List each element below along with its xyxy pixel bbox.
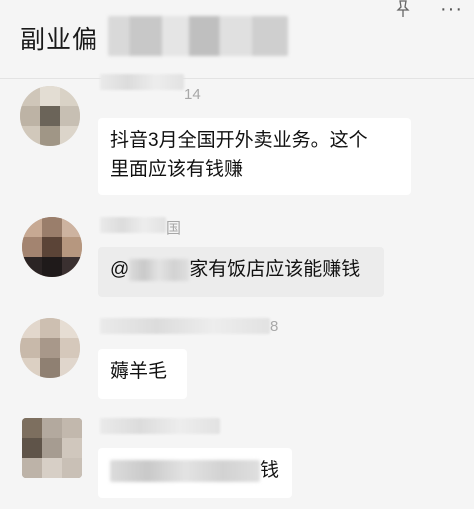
message-bubble[interactable]: @ 家有饭店应该能赚钱 bbox=[98, 247, 384, 297]
avatar[interactable] bbox=[22, 217, 82, 277]
message-text: 薅羊毛 bbox=[110, 361, 168, 382]
message-meta: 国 bbox=[166, 220, 182, 237]
message-text-line: 里面应该有钱赚 bbox=[110, 159, 244, 180]
avatar[interactable] bbox=[22, 418, 82, 478]
avatar[interactable] bbox=[20, 318, 80, 378]
redacted-message-text bbox=[110, 459, 260, 482]
message-text-line: 抖音3月全国开外卖业务。这个 bbox=[110, 130, 368, 151]
more-options-icon[interactable]: ··· bbox=[440, 0, 463, 21]
message-bubble[interactable]: 抖音3月全国开外卖业务。这个 里面应该有钱赚 bbox=[98, 118, 411, 195]
message-bubble[interactable]: 薅羊毛 bbox=[98, 349, 187, 399]
chat-header: 副业偏 ··· bbox=[0, 0, 474, 79]
redacted-sender-name bbox=[100, 217, 166, 233]
redacted-mention bbox=[129, 258, 190, 281]
message-text: 钱 bbox=[260, 460, 280, 481]
message-meta: 8 bbox=[270, 318, 279, 335]
redacted-title bbox=[108, 16, 288, 56]
avatar[interactable] bbox=[20, 86, 80, 146]
redacted-sender-name bbox=[100, 74, 184, 90]
message-text: 家有饭店应该能赚钱 bbox=[189, 259, 361, 280]
redacted-sender-name bbox=[100, 318, 270, 334]
message-bubble[interactable]: 钱 bbox=[98, 448, 292, 498]
chat-title[interactable]: 副业偏 bbox=[20, 20, 98, 56]
message-meta: 14 bbox=[184, 86, 201, 103]
redacted-sender-name bbox=[100, 418, 220, 434]
pin-icon[interactable] bbox=[394, 0, 412, 18]
mention-symbol: @ bbox=[110, 259, 130, 280]
